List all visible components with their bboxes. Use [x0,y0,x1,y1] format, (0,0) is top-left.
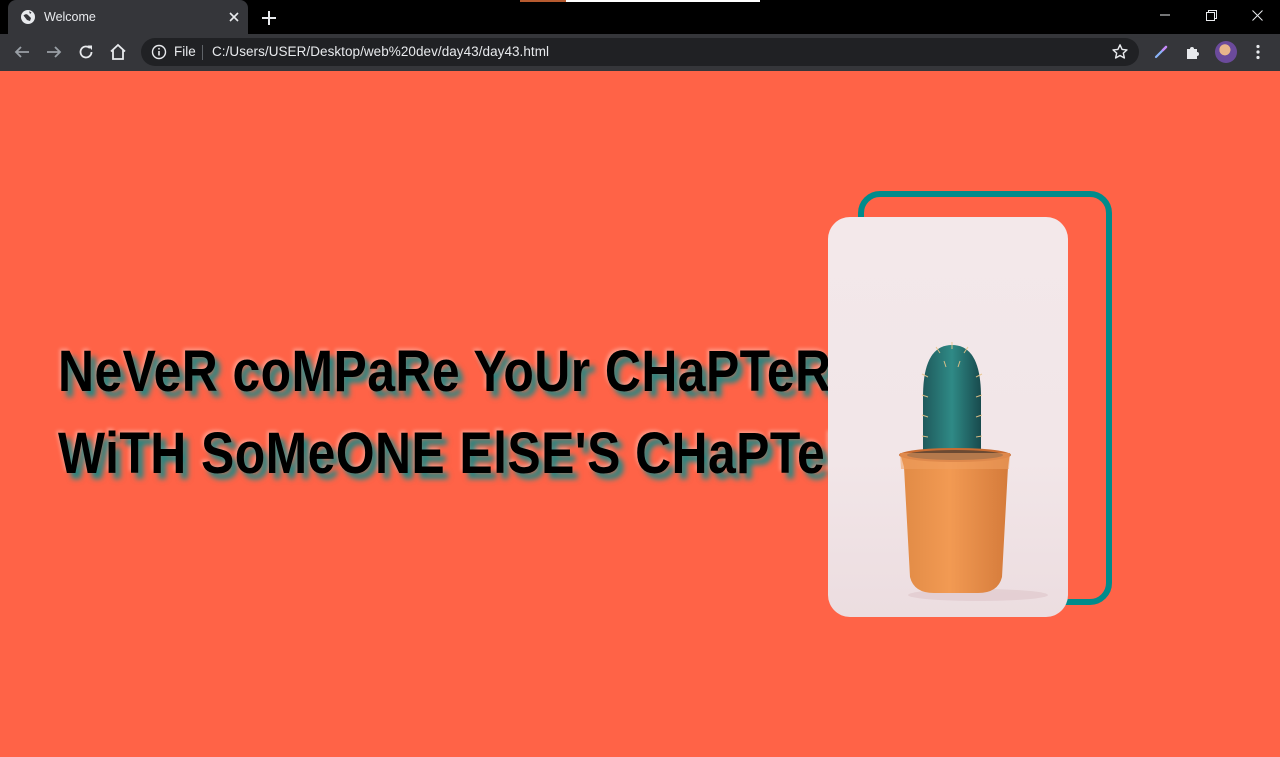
forward-arrow-icon[interactable] [40,38,68,66]
url-text[interactable]: C:/Users/USER/Desktop/web%20dev/day43/da… [212,44,549,59]
cactus-illustration [899,342,1048,601]
browser-titlebar: Welcome [0,0,1280,34]
globe-icon [21,10,35,24]
eyedropper-icon[interactable] [1149,40,1173,64]
star-icon[interactable] [1111,43,1129,61]
quote-line-1: NeVeR coMPaRe YoUr CHaPTeR 1 [58,339,874,404]
browser-tab[interactable]: Welcome [8,0,248,34]
home-icon[interactable] [104,38,132,66]
extensions-puzzle-icon[interactable] [1181,40,1205,64]
quote-line-2: WiTH SoMeONE ElSE'S CHaPTeR 10 ! [58,421,964,486]
page-content: NeVeR coMPaRe YoUr CHaPTeR 1 WiTH SoMeON… [0,71,1280,757]
close-window-icon[interactable] [1234,0,1280,30]
address-bar[interactable]: File C:/Users/USER/Desktop/web%20dev/day… [141,38,1139,66]
url-scheme-label: File [174,44,196,59]
minimize-icon[interactable] [1142,0,1188,30]
cactus-photo [828,217,1068,617]
close-icon[interactable] [226,9,242,25]
kebab-menu-icon[interactable] [1246,40,1270,64]
reload-icon[interactable] [72,38,100,66]
omnibox-divider [202,45,203,60]
back-arrow-icon[interactable] [8,38,36,66]
browser-toolbar: File C:/Users/USER/Desktop/web%20dev/day… [0,34,1280,71]
restore-icon[interactable] [1188,0,1234,30]
profile-avatar[interactable] [1214,40,1238,64]
info-icon[interactable] [151,44,167,60]
page-load-indicator [520,0,760,2]
plus-icon[interactable] [259,8,279,28]
tab-title: Welcome [44,10,96,24]
quote-heading: NeVeR coMPaRe YoUr CHaPTeR 1 WiTH SoMeON… [58,331,964,495]
